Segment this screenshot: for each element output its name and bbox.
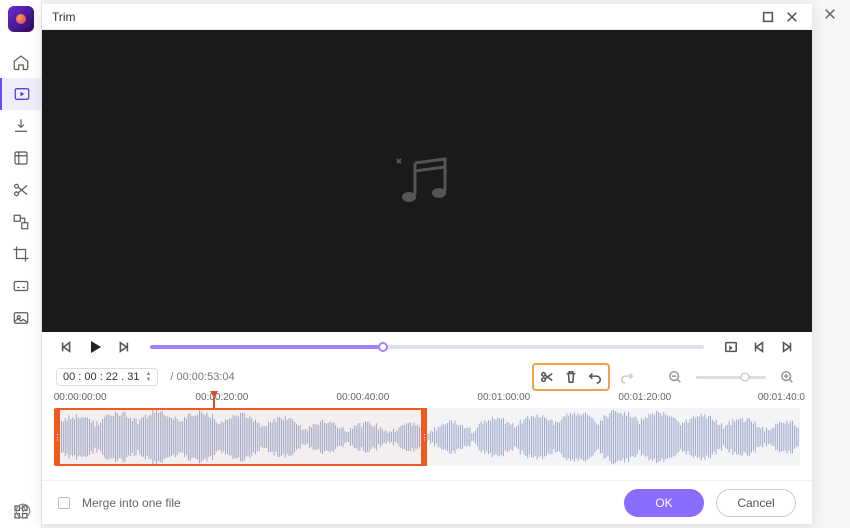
current-time-value: 00 : 00 : 22 . 31	[63, 371, 139, 383]
ruler-tick: 00:00:40:00	[336, 392, 389, 403]
sidebar-item-merge[interactable]	[0, 206, 42, 238]
cancel-button[interactable]: Cancel	[716, 489, 796, 517]
sidebar-item-caption[interactable]	[0, 270, 42, 302]
playhead-marker[interactable]	[210, 389, 218, 407]
step-back-button[interactable]	[56, 336, 78, 358]
dialog-close-button[interactable]	[780, 5, 804, 29]
merge-label: Merge into one file	[82, 496, 181, 510]
preview-area	[42, 30, 812, 332]
pip-button[interactable]	[720, 336, 742, 358]
app-shell: Trim	[0, 0, 850, 528]
ok-button[interactable]: OK	[624, 489, 704, 517]
sidebar-item-download[interactable]	[0, 110, 42, 142]
ruler-tick: 00:00:20:00	[195, 392, 248, 403]
playhead-knob[interactable]	[378, 342, 388, 352]
cut-button[interactable]	[535, 366, 559, 388]
dialog-titlebar: Trim	[42, 4, 812, 30]
zoom-knob[interactable]	[741, 373, 750, 382]
redo-button[interactable]	[616, 366, 638, 388]
dialog-footer: Merge into one file OK Cancel	[42, 480, 812, 524]
playhead-slider[interactable]	[150, 345, 704, 349]
zoom-in-button[interactable]	[776, 366, 798, 388]
skip-back-button[interactable]	[748, 336, 770, 358]
play-button[interactable]	[84, 336, 106, 358]
step-forward-button[interactable]	[112, 336, 134, 358]
sidebar-item-convert[interactable]	[0, 78, 42, 110]
sidebar-item-home[interactable]	[0, 46, 42, 78]
trim-dialog: Trim	[42, 4, 812, 524]
sidebar-item-trim[interactable]	[0, 174, 42, 206]
total-duration: / 00:00:53:04	[170, 371, 234, 383]
ruler-tick: 00:01:40:0	[758, 392, 805, 403]
help-icon[interactable]	[14, 502, 32, 520]
waveform-timeline[interactable]: ⋮ ⋮	[54, 408, 800, 466]
selection-handle-right[interactable]: ⋮	[421, 410, 427, 464]
ruler-tick: 00:00:00:00	[54, 392, 107, 403]
ruler-tick: 00:01:00:00	[477, 392, 530, 403]
undo-button[interactable]	[583, 366, 607, 388]
skip-forward-button[interactable]	[776, 336, 798, 358]
sidebar	[0, 0, 42, 528]
sidebar-item-crop[interactable]	[0, 238, 42, 270]
merge-checkbox[interactable]	[58, 497, 70, 509]
time-stepper[interactable]: ▲▼	[145, 371, 151, 383]
sidebar-item-watermark[interactable]	[0, 302, 42, 334]
app-logo[interactable]	[8, 6, 34, 32]
zoom-slider[interactable]	[696, 376, 766, 379]
dialog-title: Trim	[52, 10, 756, 24]
timecode-bar: 00 : 00 : 22 . 31 ▲▼ / 00:00:53:04	[42, 362, 812, 392]
sidebar-item-compress[interactable]	[0, 142, 42, 174]
transport-bar	[42, 332, 812, 362]
selection-rect[interactable]: ⋮ ⋮	[54, 408, 427, 466]
time-ruler[interactable]: 00:00:00:00 00:00:20:00 00:00:40:00 00:0…	[54, 392, 800, 408]
music-note-icon	[395, 153, 459, 209]
tool-group-highlight	[532, 363, 610, 391]
current-time-input[interactable]: 00 : 00 : 22 . 31 ▲▼	[56, 368, 158, 386]
dialog-minimize-button[interactable]	[756, 5, 780, 29]
selection-handle-left[interactable]: ⋮	[54, 410, 60, 464]
delete-button[interactable]	[559, 366, 583, 388]
zoom-out-button[interactable]	[664, 366, 686, 388]
ruler-tick: 00:01:20:00	[618, 392, 671, 403]
